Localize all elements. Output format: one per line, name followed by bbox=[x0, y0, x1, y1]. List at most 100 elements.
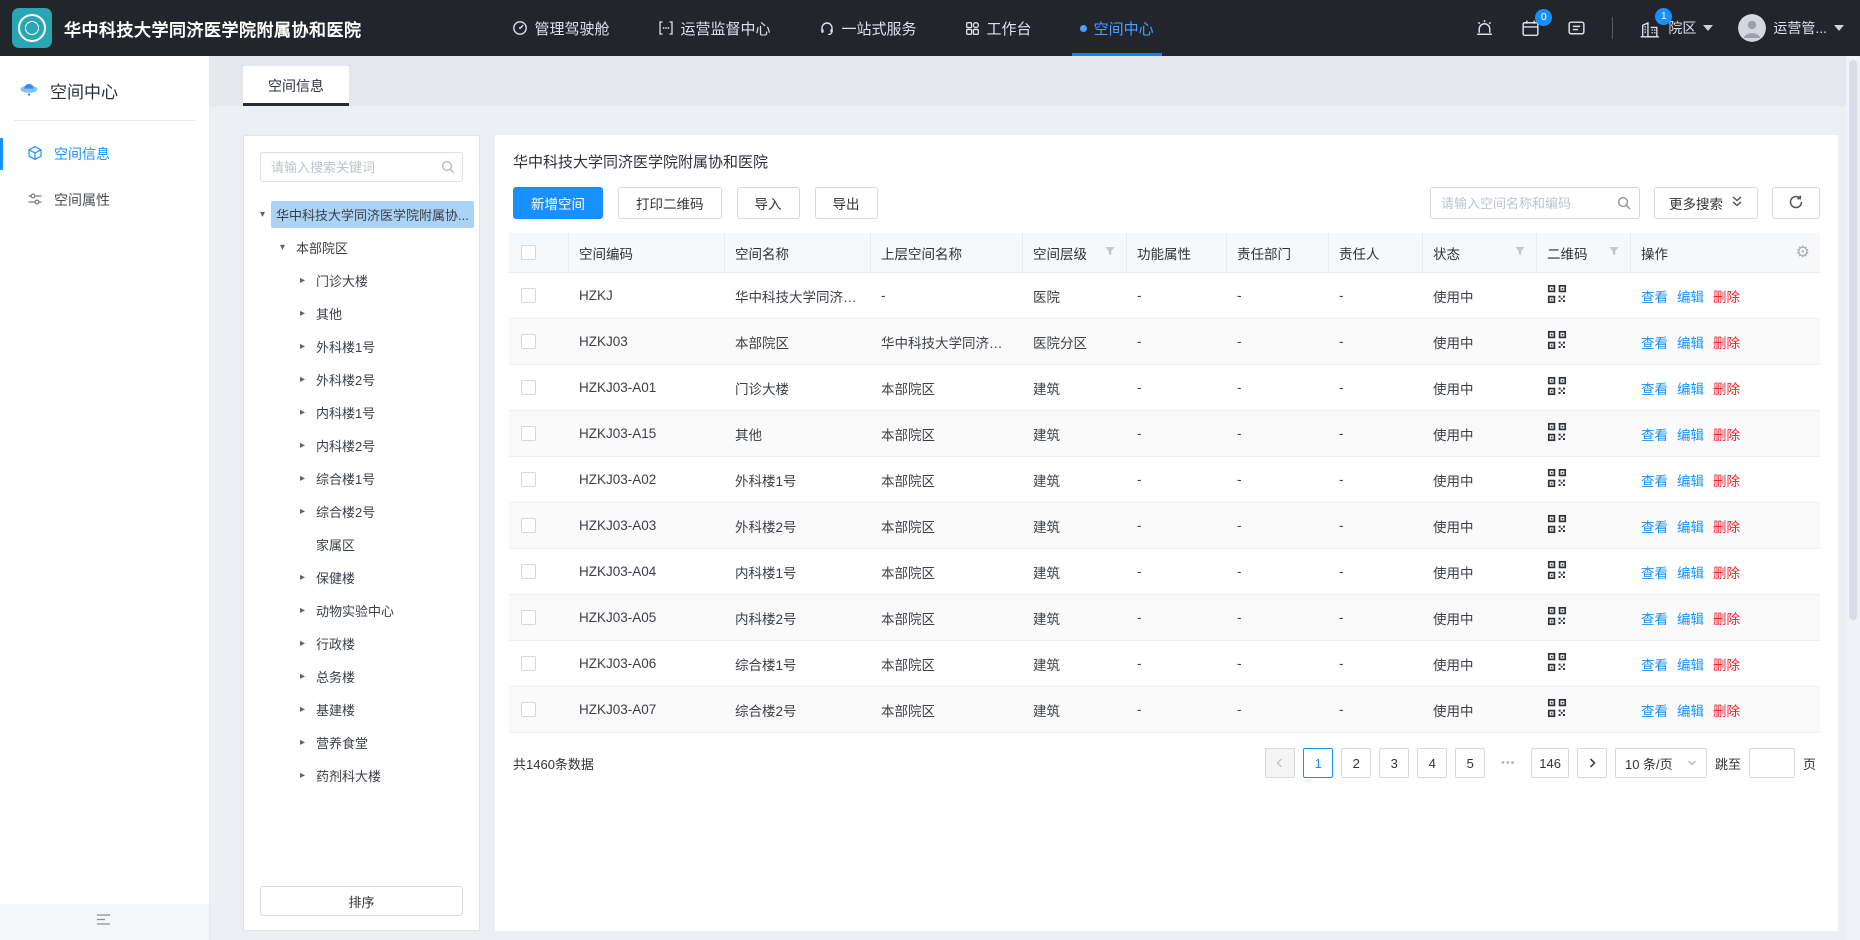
sidebar-item-space-info[interactable]: 空间信息 bbox=[0, 131, 209, 177]
tree-node[interactable]: ▾华中科技大学同济医学院附属协... bbox=[244, 198, 479, 231]
edit-link[interactable]: 编辑 bbox=[1677, 704, 1704, 719]
tree-node[interactable]: ▸动物实验中心 bbox=[244, 594, 479, 627]
row-checkbox[interactable] bbox=[521, 518, 536, 533]
pagination-page-5[interactable]: 5 bbox=[1455, 748, 1485, 778]
tree-node-label[interactable]: 其他 bbox=[311, 300, 347, 327]
alarm-icon[interactable] bbox=[1474, 18, 1495, 39]
tree-node-label[interactable]: 外科楼1号 bbox=[311, 333, 380, 360]
view-link[interactable]: 查看 bbox=[1641, 290, 1668, 305]
tab-space-info[interactable]: 空间信息 bbox=[243, 66, 349, 106]
tree-node-label[interactable]: 内科楼2号 bbox=[311, 432, 380, 459]
caret-right-icon[interactable]: ▸ bbox=[294, 506, 311, 517]
tree-node[interactable]: 家属区 bbox=[244, 528, 479, 561]
delete-link[interactable]: 删除 bbox=[1713, 658, 1740, 673]
row-checkbox[interactable] bbox=[521, 564, 536, 579]
caret-right-icon[interactable]: ▸ bbox=[294, 572, 311, 583]
tree-node-label[interactable]: 综合楼2号 bbox=[311, 498, 380, 525]
tree-node[interactable]: ▸内科楼1号 bbox=[244, 396, 479, 429]
qrcode-icon[interactable] bbox=[1547, 330, 1567, 350]
jump-page-input[interactable] bbox=[1749, 748, 1795, 778]
filter-icon[interactable] bbox=[1608, 245, 1620, 260]
tree-node-label[interactable]: 营养食堂 bbox=[311, 729, 373, 756]
more-search-button[interactable]: 更多搜索 bbox=[1654, 187, 1758, 219]
message-icon[interactable] bbox=[1566, 18, 1587, 39]
nav-item-workbench[interactable]: 工作台 bbox=[965, 0, 1032, 56]
vertical-scrollbar[interactable] bbox=[1846, 56, 1860, 940]
tree-node[interactable]: ▸营养食堂 bbox=[244, 726, 479, 759]
tree-node[interactable]: ▸行政楼 bbox=[244, 627, 479, 660]
tree-node-label[interactable]: 保健楼 bbox=[311, 564, 360, 591]
filter-icon[interactable] bbox=[1514, 245, 1526, 260]
export-button[interactable]: 导出 bbox=[815, 187, 878, 219]
page-size-select[interactable]: 10 条/页 bbox=[1615, 748, 1707, 778]
delete-link[interactable]: 删除 bbox=[1713, 612, 1740, 627]
edit-link[interactable]: 编辑 bbox=[1677, 336, 1704, 351]
pagination-page-2[interactable]: 2 bbox=[1341, 748, 1371, 778]
tree-node[interactable]: ▸综合楼1号 bbox=[244, 462, 479, 495]
tree-node-label[interactable]: 总务楼 bbox=[311, 663, 360, 690]
caret-right-icon[interactable]: ▸ bbox=[294, 671, 311, 682]
qrcode-icon[interactable] bbox=[1547, 514, 1567, 534]
pagination-page-146[interactable]: 146 bbox=[1531, 748, 1569, 778]
delete-link[interactable]: 删除 bbox=[1713, 566, 1740, 581]
caret-right-icon[interactable]: ▸ bbox=[294, 407, 311, 418]
row-checkbox[interactable] bbox=[521, 656, 536, 671]
tree-node[interactable]: ▸内科楼2号 bbox=[244, 429, 479, 462]
print-qrcode-button[interactable]: 打印二维码 bbox=[618, 187, 722, 219]
tree-node-label[interactable]: 行政楼 bbox=[311, 630, 360, 657]
nav-item-space-center[interactable]: 空间中心 bbox=[1080, 0, 1154, 56]
row-checkbox[interactable] bbox=[521, 380, 536, 395]
tree-node[interactable]: ▸综合楼2号 bbox=[244, 495, 479, 528]
tree-node-label[interactable]: 华中科技大学同济医学院附属协... bbox=[271, 201, 474, 228]
space-search-input[interactable] bbox=[1430, 187, 1640, 219]
sidebar-item-space-attributes[interactable]: 空间属性 bbox=[0, 177, 209, 223]
row-checkbox[interactable] bbox=[521, 610, 536, 625]
delete-link[interactable]: 删除 bbox=[1713, 474, 1740, 489]
delete-link[interactable]: 删除 bbox=[1713, 428, 1740, 443]
prev-page-button[interactable] bbox=[1265, 748, 1295, 778]
delete-link[interactable]: 删除 bbox=[1713, 520, 1740, 535]
edit-link[interactable]: 编辑 bbox=[1677, 382, 1704, 397]
edit-link[interactable]: 编辑 bbox=[1677, 474, 1704, 489]
calendar-icon[interactable]: 0 bbox=[1520, 18, 1541, 39]
qrcode-icon[interactable] bbox=[1547, 652, 1567, 672]
edit-link[interactable]: 编辑 bbox=[1677, 612, 1704, 627]
tree-node-label[interactable]: 门诊大楼 bbox=[311, 267, 373, 294]
row-checkbox[interactable] bbox=[521, 426, 536, 441]
caret-right-icon[interactable]: ▸ bbox=[294, 275, 311, 286]
view-link[interactable]: 查看 bbox=[1641, 612, 1668, 627]
qrcode-icon[interactable] bbox=[1547, 284, 1567, 304]
view-link[interactable]: 查看 bbox=[1641, 336, 1668, 351]
tree-node-label[interactable]: 家属区 bbox=[311, 531, 360, 558]
nav-item-operation-center[interactable]: 运营监督中心 bbox=[658, 0, 771, 56]
caret-right-icon[interactable]: ▸ bbox=[294, 770, 311, 781]
next-page-button[interactable] bbox=[1577, 748, 1607, 778]
refresh-button[interactable] bbox=[1772, 187, 1820, 219]
qrcode-icon[interactable] bbox=[1547, 422, 1567, 442]
qrcode-icon[interactable] bbox=[1547, 698, 1567, 718]
nav-item-dashboard[interactable]: 管理驾驶舱 bbox=[512, 0, 610, 56]
caret-down-icon[interactable]: ▾ bbox=[274, 242, 291, 253]
tree-node-label[interactable]: 外科楼2号 bbox=[311, 366, 380, 393]
tree-node-label[interactable]: 基建楼 bbox=[311, 696, 360, 723]
row-checkbox[interactable] bbox=[521, 334, 536, 349]
caret-right-icon[interactable]: ▸ bbox=[294, 638, 311, 649]
view-link[interactable]: 查看 bbox=[1641, 428, 1668, 443]
nav-item-one-stop-service[interactable]: 一站式服务 bbox=[819, 0, 917, 56]
edit-link[interactable]: 编辑 bbox=[1677, 658, 1704, 673]
pagination-ellipsis[interactable]: ••• bbox=[1493, 748, 1523, 778]
caret-right-icon[interactable]: ▸ bbox=[294, 737, 311, 748]
caret-right-icon[interactable]: ▸ bbox=[294, 473, 311, 484]
delete-link[interactable]: 删除 bbox=[1713, 290, 1740, 305]
edit-link[interactable]: 编辑 bbox=[1677, 428, 1704, 443]
caret-right-icon[interactable]: ▸ bbox=[294, 704, 311, 715]
caret-right-icon[interactable]: ▸ bbox=[294, 440, 311, 451]
view-link[interactable]: 查看 bbox=[1641, 474, 1668, 489]
import-button[interactable]: 导入 bbox=[737, 187, 800, 219]
row-checkbox[interactable] bbox=[521, 702, 536, 717]
pagination-page-4[interactable]: 4 bbox=[1417, 748, 1447, 778]
tree-node[interactable]: ▸总务楼 bbox=[244, 660, 479, 693]
edit-link[interactable]: 编辑 bbox=[1677, 290, 1704, 305]
edit-link[interactable]: 编辑 bbox=[1677, 566, 1704, 581]
sort-button[interactable]: 排序 bbox=[260, 886, 463, 916]
